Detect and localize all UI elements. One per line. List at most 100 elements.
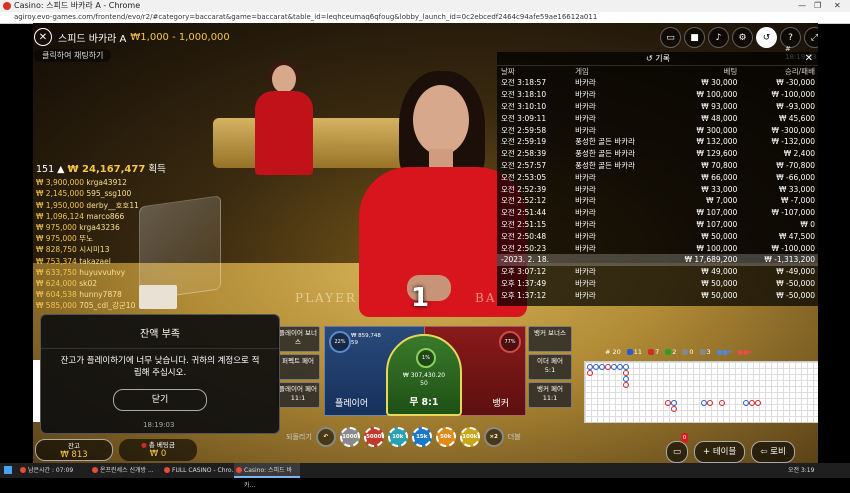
- taskbar-item-fullcasino[interactable]: FULL CASINO - Chro...: [162, 463, 238, 478]
- add-table-button[interactable]: + 테이블: [694, 441, 746, 463]
- history-bet: ₩ 66,000: [701, 172, 738, 182]
- history-row[interactable]: 오전 2:50:48 바카라 ₩ 50,000 ₩ 47,500: [497, 230, 818, 242]
- either-pair-bet[interactable]: 이더 페어 5:1: [528, 354, 572, 380]
- history-bet: ₩ 300,000: [696, 125, 738, 135]
- history-row[interactable]: 오전 2:53:05 바카라 ₩ 66,000 ₩ -66,000: [497, 171, 818, 183]
- history-date: 오후 3:07:12: [501, 267, 547, 277]
- winner-row: ₩ 3,900,000 krga43912: [36, 177, 166, 188]
- chip-15k[interactable]: 15k: [411, 427, 432, 447]
- history-row[interactable]: 오전 3:10:10 바카라 ₩ 93,000 ₩ -93,000: [497, 101, 818, 113]
- winner-row: ₩ 753,374 takazael: [36, 256, 166, 267]
- history-bet: ₩ 50,000: [701, 278, 738, 288]
- history-game: 바카라: [575, 101, 596, 111]
- history-row[interactable]: 오전 2:58:39 풍성한 골든 바카라 ₩ 129,600 ₩ 2,400: [497, 148, 818, 160]
- history-row[interactable]: 오전 2:59:19 풍성한 골든 바카라 ₩ 132,000 ₩ -132,000: [497, 136, 818, 148]
- windows-start-icon[interactable]: [4, 466, 12, 474]
- winner-amount: ₩ 1,096,124: [36, 211, 84, 221]
- history-row[interactable]: 오후 3:07:12 바카라 ₩ 49,000 ₩ -49,000: [497, 266, 818, 278]
- history-date-row[interactable]: -2023. 2. 18. ₩ 17,689,200 ₩ -1,313,200: [497, 253, 818, 266]
- history-game: 바카라: [575, 196, 596, 206]
- history-close-button[interactable]: ✕: [805, 52, 813, 65]
- chip-10k[interactable]: 10k: [387, 427, 408, 447]
- window-close-button[interactable]: ✕: [834, 0, 841, 12]
- banker-bonus-bet[interactable]: 뱅커 보너스: [528, 326, 572, 352]
- undo-button[interactable]: ↶: [315, 427, 336, 447]
- balance-box: 잔고 ₩ 813: [35, 439, 113, 461]
- road-banker-pair: 3: [706, 348, 711, 356]
- road-banker-ask-icon[interactable]: ●●▾: [737, 348, 752, 356]
- road-summary: # 20 11 7 2 0 3 ●●▾ ●●▾: [605, 348, 752, 356]
- maximize-button[interactable]: ❐: [814, 0, 821, 12]
- history-row[interactable]: 오전 2:50:23 바카라 ₩ 100,000 ₩ -100,000: [497, 242, 818, 254]
- history-date: 오전 3:09:11: [501, 113, 547, 123]
- history-game: 바카라: [575, 125, 596, 135]
- history-table: 날짜 게임 베팅 승리/패배 오전 3:18:57 바카라 ₩ 30,000 ₩ -3…: [497, 66, 818, 301]
- chat-input[interactable]: 클릭하여 채팅하기: [34, 49, 112, 62]
- bead-road[interactable]: [584, 361, 818, 423]
- history-game: 바카라: [575, 208, 596, 218]
- user-icon: ▲: [57, 164, 65, 175]
- chat-icon[interactable]: ▭: [660, 27, 681, 48]
- history-row[interactable]: 오전 2:51:44 바카라 ₩ 107,000 ₩ -107,000: [497, 207, 818, 219]
- perfect-pair-bet[interactable]: 퍼펙트 페어: [276, 354, 320, 380]
- history-row[interactable]: 오전 3:18:57 바카라 ₩ 30,000 ₩ -30,000: [497, 77, 818, 89]
- history-row[interactable]: 오전 3:18:10 바카라 ₩ 100,000 ₩ -100,000: [497, 89, 818, 101]
- history-row[interactable]: 오전 3:09:11 바카라 ₩ 48,000 ₩ 45,600: [497, 112, 818, 124]
- history-date: 오후 1:37:12: [501, 290, 547, 300]
- road-player-ask-icon[interactable]: ●●▾: [717, 348, 732, 356]
- winner-name: krga43236: [79, 223, 120, 233]
- winner-amount: ₩ 753,374: [36, 256, 77, 266]
- chip-50k[interactable]: 50k: [435, 427, 456, 447]
- chip-100k[interactable]: 100k: [459, 427, 480, 447]
- taskbar-item-onprincess[interactable]: 온프린세스 신개방 ...: [90, 463, 166, 478]
- tie-bet[interactable]: 1% ₩ 307,430.20 50 무 8:1: [386, 334, 462, 416]
- sound-icon[interactable]: ♪: [708, 27, 729, 48]
- history-date: 오전 2:53:05: [501, 172, 547, 182]
- history-icon[interactable]: ↺: [756, 27, 777, 48]
- history-bet: ₩ 132,000: [696, 137, 738, 147]
- video-icon[interactable]: ■: [684, 27, 705, 48]
- winner-row: ₩ 1,096,124 marco866: [36, 211, 166, 222]
- total-bet-value: ₩ 0: [149, 449, 167, 459]
- history-result: ₩ -30,000: [776, 78, 815, 88]
- road-dot: [623, 382, 629, 388]
- history-date: 오전 2:51:15: [501, 219, 547, 229]
- close-game-button[interactable]: ✕: [34, 28, 52, 46]
- gear-icon[interactable]: ⚙: [732, 27, 753, 48]
- history-game: 바카라: [575, 184, 596, 194]
- history-date: 오전 2:50:23: [501, 243, 547, 253]
- history-date: 오후 1:37:49: [501, 278, 547, 288]
- taskbar-item-casino[interactable]: Casino: 스피드 바카...: [234, 463, 300, 489]
- player-pct-ring: 22%: [329, 331, 351, 353]
- modal-close-button[interactable]: 닫기: [113, 389, 207, 411]
- player-pair-bet[interactable]: 플레이어 페어 11:1: [276, 382, 320, 408]
- double-button[interactable]: ×2: [483, 427, 504, 447]
- history-row[interactable]: 오후 1:37:49 바카라 ₩ 50,000 ₩ -50,000: [497, 278, 818, 290]
- col-date: 날짜: [501, 67, 515, 76]
- history-row[interactable]: 오전 2:52:39 바카라 ₩ 33,000 ₩ 33,000: [497, 183, 818, 195]
- history-row[interactable]: 오전 2:57:57 풍성한 골든 바카라 ₩ 70,800 ₩ -70,800: [497, 160, 818, 172]
- winner-row: ₩ 624,000 sk02: [36, 278, 166, 289]
- history-result: ₩ -100,000: [771, 90, 815, 100]
- insufficient-balance-modal: 잔액 부족 잔고가 플레이하기에 너무 낮습니다. 귀하의 계정으로 적립해 주…: [40, 314, 280, 434]
- history-result: ₩ -66,000: [776, 172, 815, 182]
- lobby-button[interactable]: ⇦ 로비: [751, 441, 795, 463]
- winner-name: derby__호호11: [86, 200, 139, 210]
- history-row[interactable]: 오전 2:59:58 바카라 ₩ 300,000 ₩ -300,000: [497, 124, 818, 136]
- banker-pair-bet[interactable]: 뱅커 페어 11:1: [528, 382, 572, 408]
- table-name: 스피드 바카라 A: [58, 33, 127, 45]
- history-game: 바카라: [575, 219, 596, 229]
- history-row[interactable]: 오후 1:37:12 바카라 ₩ 50,000 ₩ -50,000: [497, 289, 818, 301]
- history-result: ₩ -49,000: [776, 267, 815, 277]
- history-row[interactable]: 오전 2:51:15 바카라 ₩ 107,000 ₩ 0: [497, 219, 818, 231]
- history-row[interactable]: 오전 2:52:12 바카라 ₩ 7,000 ₩ -7,000: [497, 195, 818, 207]
- total-bet-box: ● 총 베팅금 ₩ 0: [119, 439, 197, 461]
- taskbar-item-timer[interactable]: 남은시간 : 07:09: [18, 463, 92, 478]
- minimize-button[interactable]: —: [798, 0, 806, 12]
- chip-5000[interactable]: 5000: [363, 427, 384, 447]
- chat-bubble-icon[interactable]: ▭: [666, 441, 688, 463]
- chip-1000[interactable]: 1000: [339, 427, 360, 447]
- player-bonus-bet[interactable]: 플레이어 보너스: [276, 326, 320, 352]
- history-game: 풍성한 골든 바카라: [575, 149, 636, 159]
- history-bet: ₩ 100,000: [696, 90, 738, 100]
